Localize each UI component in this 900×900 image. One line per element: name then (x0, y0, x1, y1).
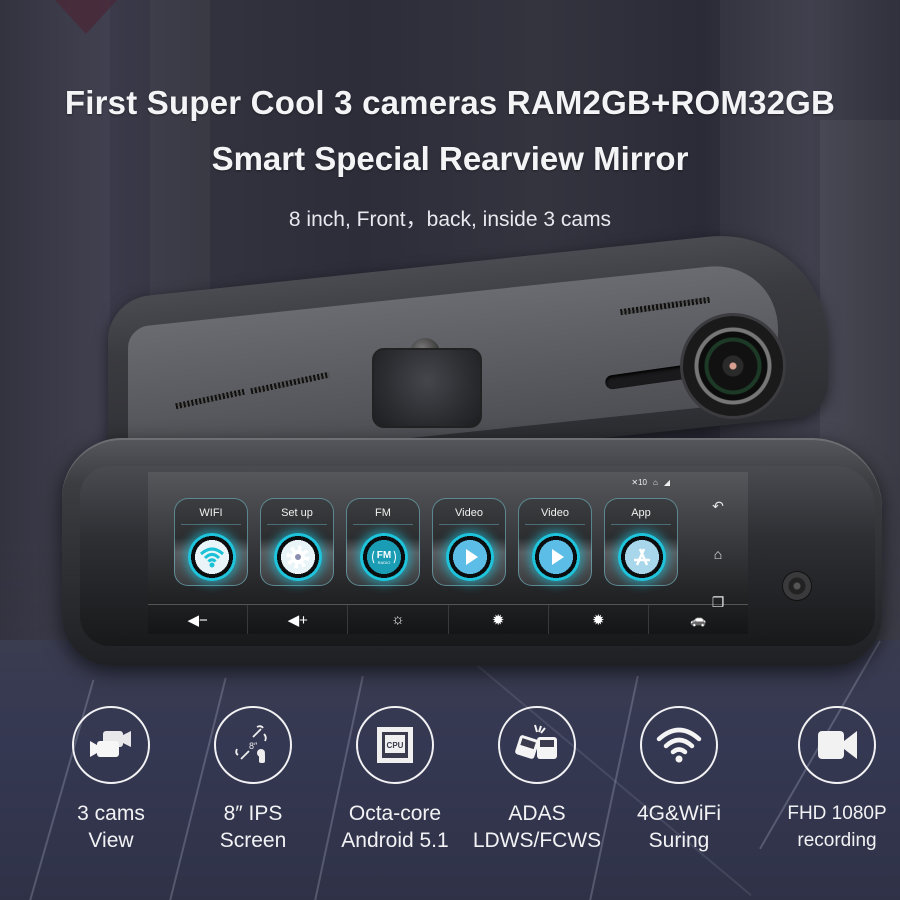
cpu-icon: CPU (356, 706, 434, 784)
windshield-mount (372, 348, 482, 428)
feature-4g-wifi: 4G&WiFi Suring (604, 706, 754, 854)
feature-list: 3 cams View 8″ 8″ IPS Screen CPU Octa-co… (0, 706, 900, 886)
play-icon (446, 533, 494, 581)
tile-label: App (631, 507, 651, 519)
car-icon: 🚗 (690, 611, 707, 627)
feature-line-2: View (88, 829, 134, 852)
feature-line-1: 3 cams (77, 802, 145, 825)
tile-label: FM (375, 507, 391, 519)
control-bar: ◀− ◀+ ☼ ✹ ✹ 🚗 (148, 604, 748, 634)
brightness-high-icon: ✹ (591, 611, 605, 629)
volume-down-button[interactable]: ◀− (148, 605, 249, 634)
brightness-low-button[interactable]: ☼ (348, 605, 449, 634)
signal-off-icon: ✕10 (631, 478, 647, 487)
car-mode-button[interactable]: 🚗 (649, 605, 748, 634)
volume-down-icon: ◀− (187, 611, 208, 629)
wifi-icon (188, 533, 236, 581)
recent-apps-icon: ❐ (711, 593, 725, 610)
feature-line-1: 4G&WiFi (637, 802, 721, 825)
brightness-low-icon: ☼ (391, 611, 405, 628)
headline-subtitle: 8 inch, Front，back, inside 3 cams (288, 208, 612, 231)
feature-line-2: Screen (219, 829, 287, 852)
tile-fm[interactable]: FM FM RADIO (346, 498, 420, 586)
feature-octa-core: CPU Octa-core Android 5.1 (320, 706, 470, 854)
inside-camera-lens (783, 572, 811, 600)
feature-adas: ADAS LDWS/FCWS (462, 706, 612, 854)
feature-line-1: 8″ IPS (223, 802, 283, 825)
volume-up-icon: ◀+ (287, 611, 308, 629)
headline-line-1: First Super Cool 3 cameras RAM2GB+ROM32G… (64, 84, 836, 121)
wifi-icon (640, 706, 718, 784)
headline-line-2: Smart Special Rearview Mirror (211, 140, 689, 177)
brightness-high-button[interactable]: ✹ (549, 605, 649, 634)
feature-line-2: LDWS/FCWS (472, 829, 602, 852)
brightness-mid-button[interactable]: ✹ (449, 605, 549, 634)
svg-text:CPU: CPU (387, 741, 404, 750)
feature-line-2: Suring (648, 829, 710, 852)
app-store-icon (618, 533, 666, 581)
feature-line-2: Android 5.1 (341, 829, 449, 852)
svg-text:RADIO: RADIO (378, 560, 391, 565)
tile-app[interactable]: App (604, 498, 678, 586)
feature-line-1: Octa-core (348, 802, 442, 825)
cell-signal-icon: ◢ (663, 478, 670, 487)
feature-line-2: recording (797, 830, 877, 851)
status-bar: ✕10 ⌂ ◢ (631, 478, 670, 487)
play-icon (532, 533, 580, 581)
video-camera-icon (798, 706, 876, 784)
volume-up-button[interactable]: ◀+ (248, 605, 349, 634)
tile-video-2[interactable]: Video (518, 498, 592, 586)
app-tiles: WIFI Set up FM FM RADIO Video Video App (174, 498, 678, 586)
gear-icon (274, 533, 322, 581)
tile-wifi[interactable]: WIFI (174, 498, 248, 586)
tile-setup[interactable]: Set up (260, 498, 334, 586)
fm-radio-icon: FM RADIO (360, 533, 408, 581)
touch-screen-icon: 8″ (214, 706, 292, 784)
feature-ips-screen: 8″ 8″ IPS Screen (178, 706, 328, 854)
back-icon: ↶ (712, 497, 724, 514)
brightness-mid-icon: ✹ (491, 611, 505, 629)
feature-line-1: ADAS (508, 802, 566, 825)
tile-label: Set up (281, 507, 313, 519)
tile-label: WIFI (199, 507, 223, 519)
feature-line-1: FHD 1080P (787, 803, 887, 824)
tile-label: Video (541, 507, 569, 519)
front-camera-lens (683, 316, 783, 416)
home-button[interactable]: ⌂ (708, 544, 728, 564)
back-button[interactable]: ↶ (708, 496, 728, 516)
home-network-icon: ⌂ (653, 478, 658, 487)
video-cameras-icon (72, 706, 150, 784)
recent-apps-button[interactable]: ❐ (708, 592, 728, 612)
feature-fhd-recording: FHD 1080P recording (762, 706, 900, 854)
tile-video-1[interactable]: Video (432, 498, 506, 586)
home-icon: ⌂ (713, 546, 723, 562)
car-collision-icon (498, 706, 576, 784)
android-nav-buttons: ↶ ⌂ ❐ (708, 496, 728, 612)
mirror-touchscreen: ✕10 ⌂ ◢ WIFI Set up FM FM RADIO Video Vi… (148, 472, 748, 634)
svg-text:8″: 8″ (249, 741, 258, 751)
tile-label: Video (455, 507, 483, 519)
feature-3-cams: 3 cams View (36, 706, 186, 854)
